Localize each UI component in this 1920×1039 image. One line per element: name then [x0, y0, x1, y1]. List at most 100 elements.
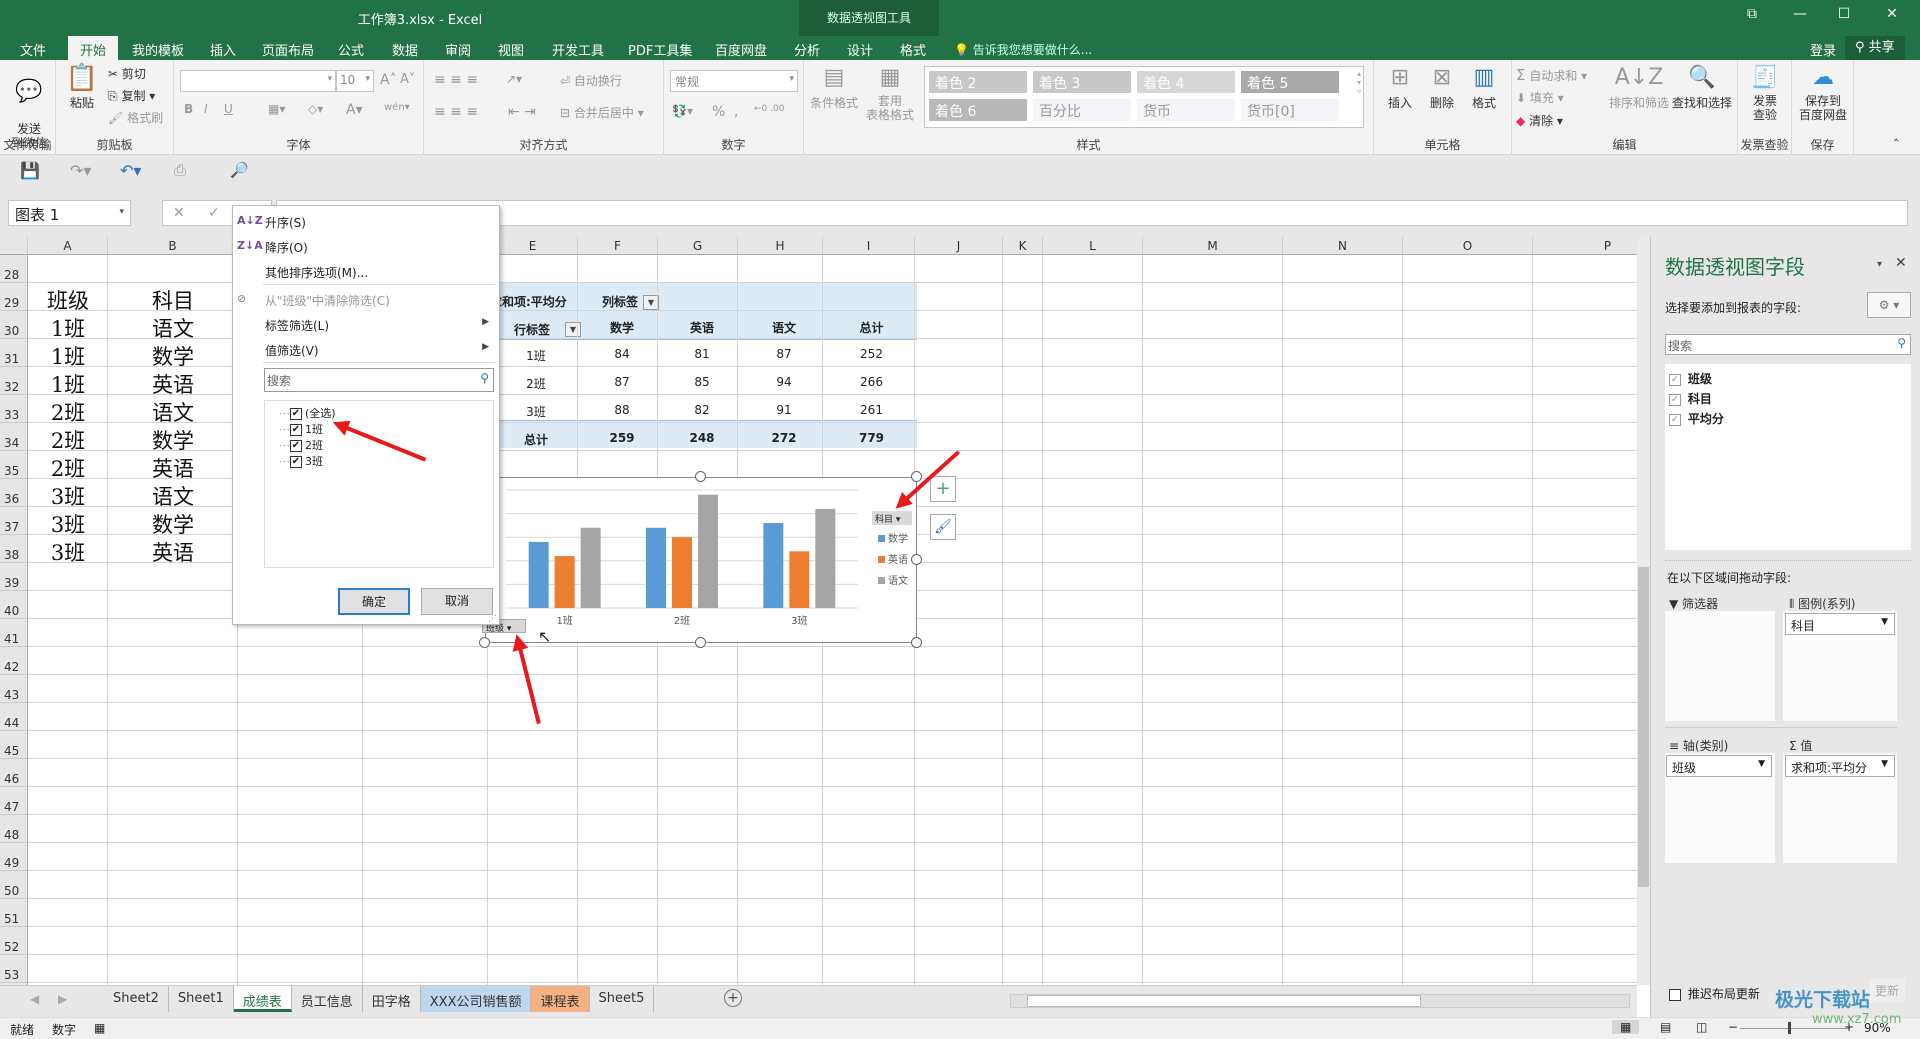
autosum-button[interactable]: Σ 自动求和 ▾ — [1516, 66, 1587, 84]
tab-home[interactable]: 开始 — [68, 36, 119, 60]
bar-数学-2班[interactable] — [646, 527, 666, 608]
update-button[interactable]: 更新 — [1869, 979, 1905, 1003]
bar-英语-1班[interactable] — [554, 556, 575, 608]
align-top-icon[interactable]: ≡ ≡ ≡ — [434, 72, 478, 88]
row-label-filter-button[interactable]: ▼ — [565, 322, 581, 337]
save-icon[interactable]: 💾 — [20, 161, 40, 180]
font-size-select[interactable]: 10 ▾ — [336, 70, 374, 92]
row-header[interactable]: 37 — [0, 507, 28, 535]
sort-descending-item[interactable]: Z↓A 降序(O) — [237, 239, 308, 256]
name-box[interactable]: 图表 1 ▾ — [8, 200, 131, 226]
pivot-cell[interactable]: 2班 — [490, 375, 582, 392]
row-header[interactable]: 43 — [0, 675, 28, 703]
checkbox-icon[interactable]: ✓ — [1669, 393, 1681, 406]
clear-button[interactable]: ◆ 清除 ▾ — [1516, 112, 1563, 129]
row-header[interactable]: 39 — [0, 563, 28, 591]
bar-语文-1班[interactable] — [580, 527, 601, 608]
ribbon-display-icon[interactable]: ⧉ — [1732, 6, 1772, 22]
checkbox-icon[interactable]: ✔ — [290, 408, 302, 420]
percent-button[interactable]: % — [712, 104, 725, 120]
row-header[interactable]: 47 — [0, 787, 28, 815]
pivot-cell[interactable]: 261 — [826, 403, 917, 417]
tab-pdf-tools[interactable]: PDF工具集 — [628, 40, 692, 59]
preview-magnifier-icon[interactable]: 🔎 — [230, 161, 249, 179]
resize-handle[interactable] — [911, 637, 922, 648]
gear-icon[interactable]: ⚙ ▾ — [1867, 292, 1911, 318]
field-search-input[interactable]: 搜索 ⚲ — [1665, 334, 1911, 355]
legend-zone-item[interactable]: 科目 ▼ — [1785, 613, 1895, 635]
sheet-tab[interactable]: 田字格 — [363, 986, 421, 1012]
scroll-thumb[interactable] — [1027, 995, 1421, 1007]
tab-file[interactable]: 文件 — [20, 40, 46, 59]
close-button[interactable]: ✕ — [1872, 6, 1912, 22]
paste-button[interactable]: 📋 粘贴 — [64, 64, 100, 111]
pivot-column-header[interactable]: 语文 — [742, 319, 826, 336]
conditional-format-button[interactable]: ▤ 条件格式 — [806, 64, 862, 111]
cancel-edit-icon[interactable]: ✕ — [173, 205, 185, 221]
merge-center-button[interactable]: ⊟ 合并后居中 ▾ — [560, 104, 644, 121]
bar-数学-3班[interactable] — [763, 523, 784, 608]
style-accent4[interactable]: 着色 4 — [1137, 71, 1235, 93]
cut-button[interactable]: ✂ 剪切 — [108, 65, 146, 82]
pivot-column-header[interactable]: 数学 — [582, 319, 662, 336]
axis-zone[interactable]: 班级 ▼ — [1665, 753, 1775, 863]
pane-options-icon[interactable]: ▾ — [1877, 259, 1882, 270]
field-item[interactable]: ✓ 平均分 — [1669, 410, 1724, 427]
row-header[interactable]: 29 — [0, 283, 28, 311]
row-header[interactable]: 36 — [0, 479, 28, 507]
scroll-thumb[interactable] — [1638, 567, 1649, 887]
pivot-cell[interactable]: 1班 — [490, 347, 582, 364]
tab-my-templates[interactable]: 我的模板 — [132, 40, 184, 59]
resize-grip-icon[interactable]: ⋰ — [488, 614, 497, 624]
row-header[interactable]: 50 — [0, 871, 28, 899]
label-filter-item[interactable]: 标签筛选(L) ▶ — [265, 317, 499, 334]
checkbox-icon[interactable]: ✓ — [1669, 413, 1681, 426]
column-header[interactable]: G — [658, 237, 738, 255]
sort-ascending-item[interactable]: A↓Z 升序(S) — [237, 214, 306, 231]
legend-entry[interactable]: 语文 — [878, 572, 908, 587]
pivot-total-cell[interactable]: 259 — [582, 431, 662, 445]
vertical-scrollbar[interactable] — [1637, 237, 1650, 985]
resize-handle[interactable] — [911, 554, 922, 565]
pivot-cell[interactable]: 85 — [662, 375, 742, 389]
tab-baidu-netdisk[interactable]: 百度网盘 — [715, 40, 767, 59]
bar-语文-3班[interactable] — [815, 508, 836, 608]
pivot-cell[interactable]: 87 — [742, 347, 826, 361]
style-currency[interactable]: 货币 — [1137, 99, 1235, 121]
bar-英语-2班[interactable] — [672, 537, 692, 608]
column-header[interactable]: F — [578, 237, 658, 255]
pivot-cell[interactable]: 94 — [742, 375, 826, 389]
pivot-cell[interactable]: 87 — [582, 375, 662, 389]
style-accent6[interactable]: 着色 6 — [929, 99, 1027, 121]
indent-icon[interactable]: ⇤ ⇥ — [508, 104, 536, 120]
number-format-select[interactable]: 常规 ▾ — [670, 70, 798, 92]
table-cell[interactable]: 1班 — [28, 369, 108, 397]
resize-handle[interactable] — [479, 637, 490, 648]
underline-button[interactable]: U — [224, 102, 233, 116]
column-header[interactable]: B — [108, 237, 238, 255]
sheet-tab[interactable]: 成绩表 — [233, 986, 292, 1012]
pane-close-icon[interactable]: ✕ — [1895, 255, 1907, 271]
decrease-font-icon[interactable]: A˅ — [400, 72, 415, 87]
maximize-button[interactable]: ☐ — [1824, 6, 1864, 22]
tab-formulas[interactable]: 公式 — [338, 40, 364, 59]
tab-analyze[interactable]: 分析 — [794, 40, 820, 59]
zoom-thumb[interactable] — [1788, 1022, 1791, 1034]
style-percent[interactable]: 百分比 — [1033, 99, 1131, 121]
column-header[interactable]: H — [738, 237, 823, 255]
column-header[interactable]: M — [1143, 237, 1283, 255]
bar-语文-2班[interactable] — [698, 494, 718, 608]
axis-zone-item[interactable]: 班级 ▼ — [1666, 755, 1772, 777]
delete-cells-button[interactable]: ⊠ 删除 — [1422, 64, 1462, 111]
zoom-out-icon[interactable]: − — [1728, 1020, 1738, 1034]
prev-sheet-icon[interactable]: ◀ — [30, 992, 39, 1006]
legend-zone[interactable]: 科目 ▼ — [1783, 611, 1897, 721]
row-header[interactable]: 33 — [0, 395, 28, 423]
table-cell[interactable]: 2班 — [28, 397, 108, 425]
filter-zone[interactable] — [1665, 611, 1775, 721]
select-all-corner[interactable] — [0, 237, 28, 255]
row-header[interactable]: 45 — [0, 731, 28, 759]
horizontal-scrollbar[interactable] — [1010, 994, 1630, 1008]
checkbox-icon[interactable]: ✔ — [290, 424, 302, 436]
legend-entry[interactable]: 数学 — [878, 530, 908, 545]
